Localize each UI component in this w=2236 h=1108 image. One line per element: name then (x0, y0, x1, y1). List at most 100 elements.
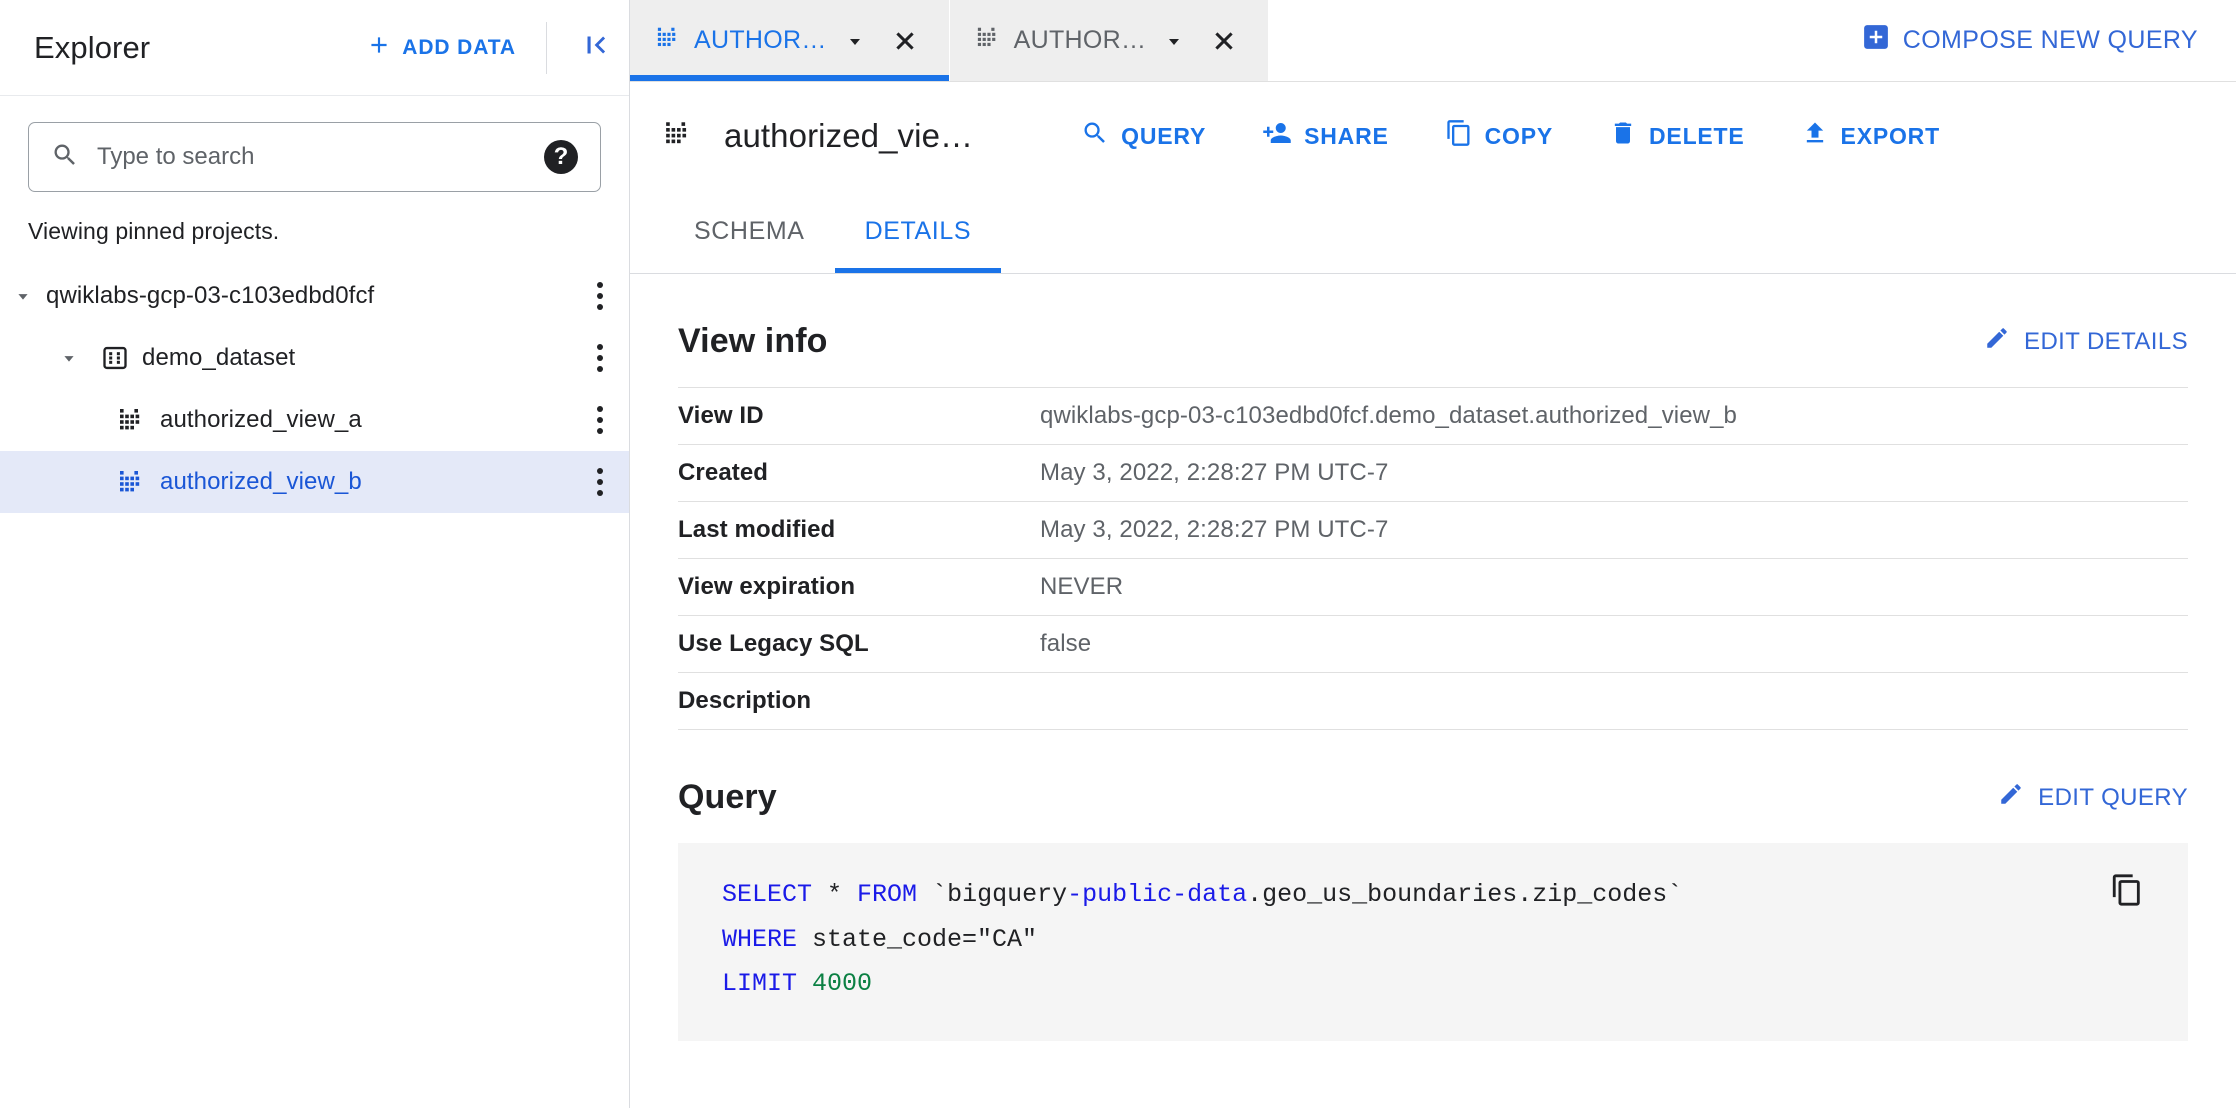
query-section-header: Query EDIT QUERY (678, 730, 2188, 843)
trash-icon (1609, 119, 1637, 153)
edit-details-button[interactable]: EDIT DETAILS (1984, 325, 2188, 358)
tree-item-dataset[interactable]: demo_dataset (0, 327, 629, 389)
view-info-table: View ID qwiklabs-gcp-03-c103edbd0fcf.dem… (678, 387, 2188, 730)
page-title: Explorer (34, 29, 151, 65)
copy-button[interactable]: COPY (1417, 107, 1581, 165)
query-tab-label: AUTHOR… (694, 26, 827, 54)
query-tab-1[interactable]: AUTHOR… (630, 0, 950, 81)
resource-tree: qwiklabs-gcp-03-c103edbd0fcf demo_datase… (0, 265, 629, 513)
view-title-wrap: authorized_vie… (664, 117, 973, 155)
sql-predicate: state_code="CA" (797, 924, 1038, 954)
sql-star: * (812, 880, 858, 909)
chevron-down-icon[interactable] (1156, 29, 1192, 53)
sql-keyword: SELECT (722, 880, 813, 909)
sql-number: 4000 (797, 969, 873, 998)
caret-down-icon[interactable] (46, 347, 92, 369)
tree-item-label: qwiklabs-gcp-03-c103edbd0fcf (46, 282, 375, 309)
query-button[interactable]: QUERY (1053, 107, 1234, 165)
header-divider (546, 21, 547, 74)
export-upload-icon (1801, 119, 1829, 153)
export-button-label: EXPORT (1840, 122, 1940, 149)
tab-details[interactable]: DETAILS (834, 190, 1002, 273)
sql-operator: - (1067, 880, 1083, 909)
tabstrip-spacer (1269, 0, 1861, 81)
share-button-label: SHARE (1304, 122, 1389, 149)
tree-item-label: authorized_view_b (160, 468, 362, 495)
copy-query-icon[interactable] (2110, 873, 2144, 912)
sql-identifier: public (1082, 880, 1173, 909)
table-row: Description (678, 672, 2188, 730)
details-content: View info EDIT DETAILS View ID qwiklabs-… (630, 274, 2236, 1108)
export-button[interactable]: EXPORT (1773, 107, 1968, 165)
sql-keyword: FROM (857, 880, 918, 909)
view-icon (110, 467, 156, 497)
query-section-title: Query (678, 778, 777, 816)
delete-button[interactable]: DELETE (1581, 107, 1773, 165)
help-circle-icon[interactable]: ? (544, 140, 578, 174)
table-row: View ID qwiklabs-gcp-03-c103edbd0fcf.dem… (678, 387, 2188, 445)
info-key: Description (678, 687, 812, 714)
search-icon (1081, 119, 1109, 153)
person-add-icon (1262, 118, 1292, 154)
tree-item-authorized-view-a[interactable]: authorized_view_a (0, 389, 629, 451)
info-value: qwiklabs-gcp-03-c103edbd0fcf.demo_datase… (1040, 402, 1738, 429)
info-value: May 3, 2022, 2:28:27 PM UTC-7 (1040, 459, 1389, 486)
collapse-panel-icon (579, 28, 613, 67)
search-box[interactable]: ? (28, 122, 601, 192)
search-input[interactable] (97, 143, 526, 171)
view-icon (664, 118, 696, 155)
chevron-down-icon[interactable] (837, 29, 873, 53)
add-data-button[interactable]: ADD DATA (352, 24, 530, 72)
info-value: false (1040, 630, 1092, 657)
plus-icon (366, 32, 392, 64)
view-toolbar: authorized_vie… QUERY SHARE COPY DELETE … (630, 82, 2236, 190)
compose-label: COMPOSE NEW QUERY (1902, 26, 2198, 54)
view-icon (976, 24, 1004, 57)
view-info-header: View info EDIT DETAILS (678, 274, 2188, 387)
search-container: ? (0, 96, 629, 192)
view-icon (656, 24, 684, 57)
tree-item-label: authorized_view_a (160, 406, 362, 433)
caret-down-icon[interactable] (0, 285, 46, 307)
close-icon[interactable] (1202, 27, 1246, 55)
tree-item-more-button[interactable] (597, 282, 603, 310)
tree-item-authorized-view-b[interactable]: authorized_view_b (0, 451, 629, 513)
explorer-header: Explorer ADD DATA (0, 0, 629, 96)
info-value (1040, 673, 2188, 730)
tree-item-project[interactable]: qwiklabs-gcp-03-c103edbd0fcf (0, 265, 629, 327)
compose-new-query-button[interactable]: COMPOSE NEW QUERY (1861, 0, 2236, 81)
sql-tick: ` (917, 880, 948, 909)
collapse-panel-button[interactable] (563, 28, 629, 67)
tab-schema[interactable]: SCHEMA (664, 190, 835, 273)
share-button[interactable]: SHARE (1234, 106, 1417, 166)
query-tab-2[interactable]: AUTHOR… (949, 0, 1270, 81)
delete-button-label: DELETE (1649, 122, 1745, 149)
pinned-projects-note: Viewing pinned projects. (28, 218, 280, 244)
tree-item-more-button[interactable] (597, 468, 603, 496)
info-key: Created (678, 459, 769, 486)
sql-identifier: .geo_us_boundaries.zip_codes` (1247, 880, 1683, 909)
close-icon[interactable] (883, 27, 927, 55)
sql-identifier: data (1187, 880, 1248, 909)
table-row: View expiration NEVER (678, 558, 2188, 616)
info-value: May 3, 2022, 2:28:27 PM UTC-7 (1040, 516, 1389, 543)
add-data-label: ADD DATA (402, 35, 516, 59)
edit-details-label: EDIT DETAILS (2024, 327, 2188, 355)
sql-operator: - (1172, 880, 1188, 909)
sql-keyword: WHERE (722, 924, 798, 954)
pencil-icon (1998, 781, 2024, 814)
table-row: Created May 3, 2022, 2:28:27 PM UTC-7 (678, 444, 2188, 502)
info-key: View expiration (678, 573, 856, 600)
tree-item-more-button[interactable] (597, 406, 603, 434)
detail-tabs: SCHEMA DETAILS (630, 190, 2236, 274)
toolbar-actions: QUERY SHARE COPY DELETE EXPORT (1053, 106, 1968, 166)
tree-item-more-button[interactable] (597, 344, 603, 372)
edit-query-label: EDIT QUERY (2038, 783, 2188, 811)
edit-query-button[interactable]: EDIT QUERY (1998, 781, 2188, 814)
copy-icon (1445, 119, 1473, 153)
pencil-icon (1984, 325, 2010, 358)
view-info-section: View info EDIT DETAILS View ID qwiklabs-… (630, 274, 2236, 730)
search-icon (51, 141, 79, 174)
bigquery-console: Explorer ADD DATA Type to search ? Viewi… (0, 0, 2236, 1108)
info-key: Last modified (678, 516, 836, 543)
